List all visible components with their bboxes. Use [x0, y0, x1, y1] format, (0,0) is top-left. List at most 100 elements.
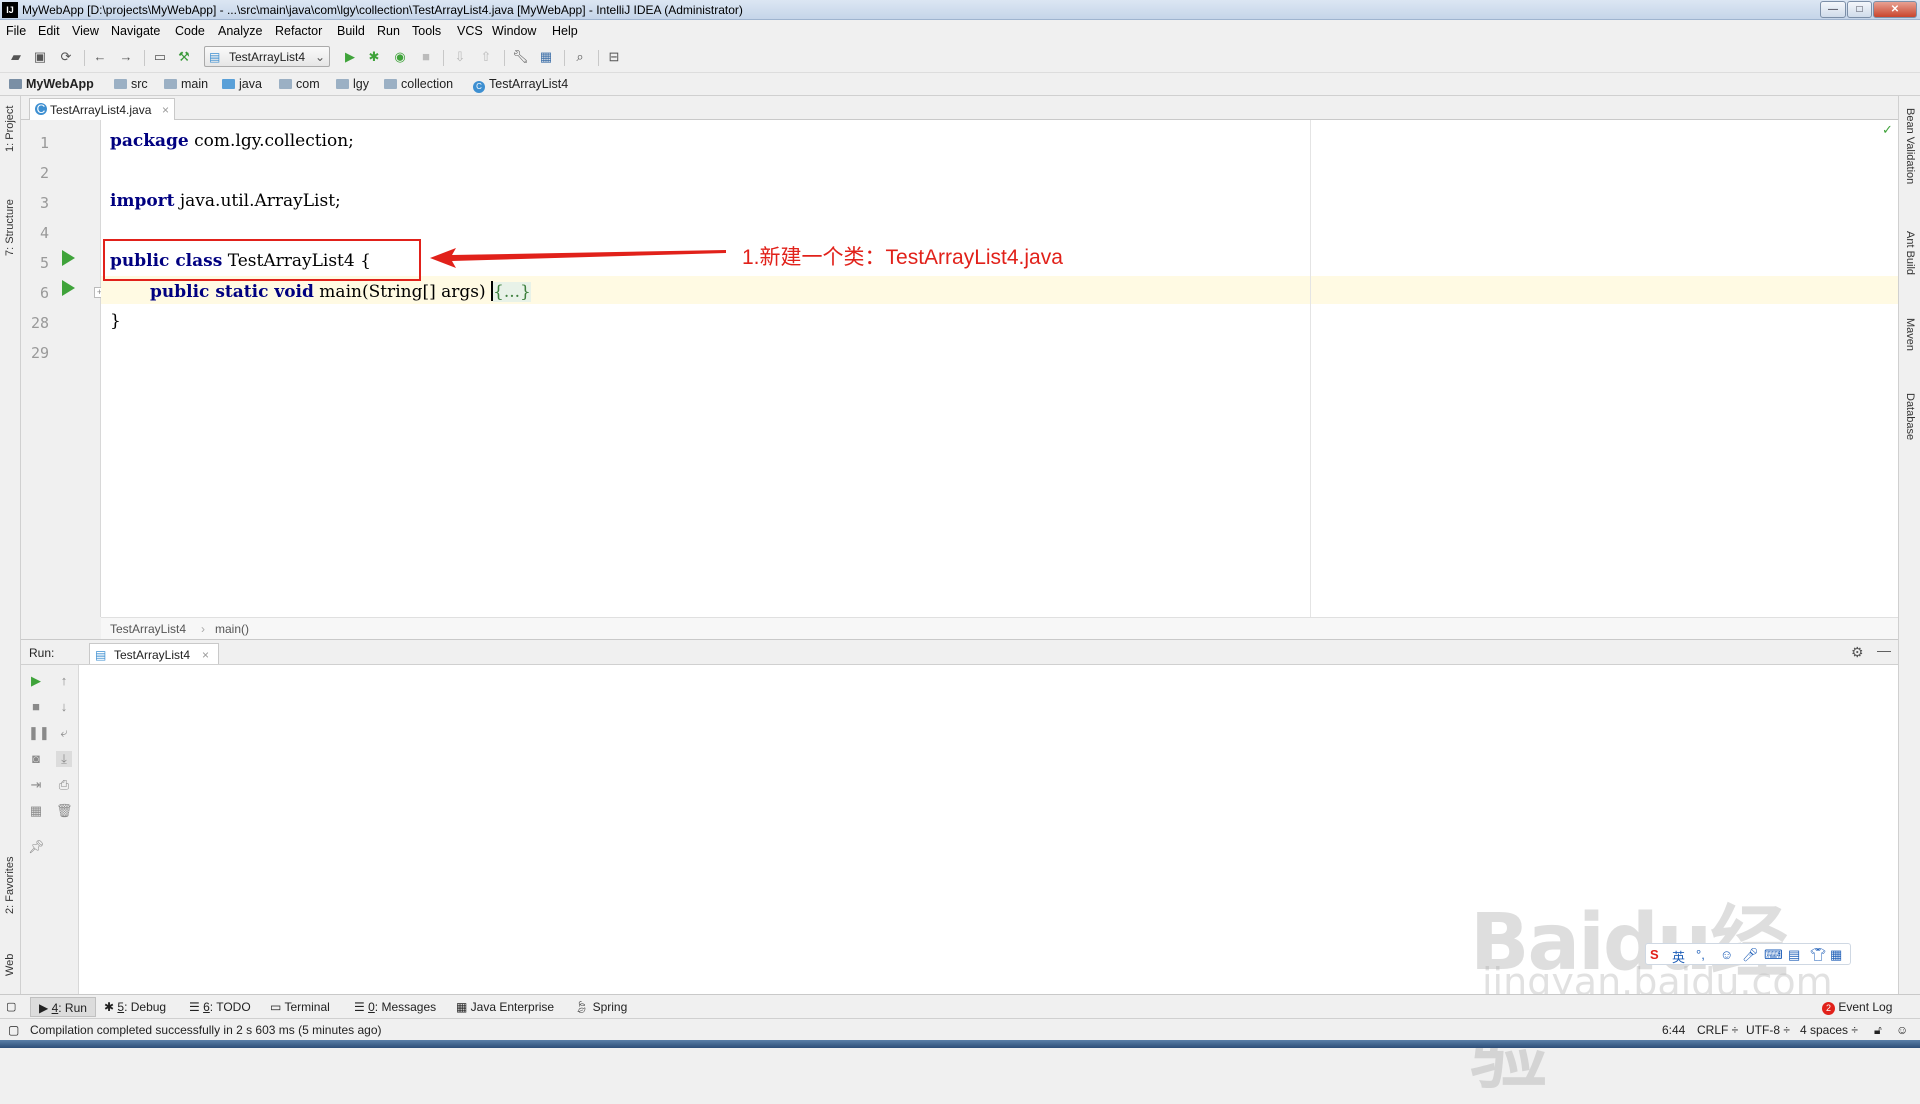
run-tab[interactable]: ▤ TestArrayList4 ×: [89, 643, 219, 664]
indent-setting[interactable]: 4 spaces ÷: [1800, 1023, 1858, 1037]
tool-tab-debug[interactable]: ✱ 5: Debug: [104, 1000, 166, 1014]
caret-position[interactable]: 6:44: [1662, 1023, 1685, 1037]
exit-icon[interactable]: ⇥: [28, 777, 44, 793]
open-icon[interactable]: ▰: [8, 49, 24, 65]
status-toggle-icon[interactable]: ▢: [8, 1023, 19, 1037]
tool-window-ant-build[interactable]: Ant Build: [1904, 231, 1916, 275]
menu-build[interactable]: Build: [337, 24, 365, 38]
run-main-gutter-icon[interactable]: [62, 280, 75, 296]
tool-window-database[interactable]: Database: [1904, 393, 1916, 440]
save-icon[interactable]: ▣: [32, 49, 48, 65]
microphone-icon[interactable]: 🎤︎: [1742, 947, 1759, 963]
menu-help[interactable]: Help: [552, 24, 578, 38]
menu-view[interactable]: View: [72, 24, 99, 38]
tool-window-project[interactable]: 1: Project: [4, 106, 16, 152]
tool-tab-java-enterprise[interactable]: ▦ Java Enterprise: [456, 1000, 554, 1014]
code-editor[interactable]: [101, 120, 1898, 617]
terminal-icon[interactable]: ⊟: [606, 49, 622, 65]
debug-icon[interactable]: ✱: [366, 49, 382, 65]
menu-grid-icon[interactable]: ▦: [1830, 947, 1842, 963]
tool-window-structure[interactable]: 7: Structure: [4, 199, 16, 256]
breadcrumb-src[interactable]: src: [114, 77, 148, 91]
forward-icon[interactable]: →: [118, 49, 134, 65]
sync-icon[interactable]: ⟳: [58, 49, 74, 65]
soft-wrap-icon[interactable]: ⤶: [56, 725, 72, 741]
tool-tab-terminal[interactable]: ▭ Terminal: [270, 1000, 330, 1014]
toolbox-icon[interactable]: ▤: [1788, 947, 1800, 963]
dump-threads-icon[interactable]: ◙: [28, 751, 44, 767]
menu-edit[interactable]: Edit: [38, 24, 60, 38]
vcs-update-icon[interactable]: ⇩: [452, 49, 468, 65]
emoji-icon[interactable]: ☺: [1720, 947, 1733, 962]
hector-icon[interactable]: ☺: [1896, 1023, 1908, 1037]
event-log-button[interactable]: 2 Event Log: [1822, 1000, 1892, 1015]
crumb-method[interactable]: main(): [215, 622, 249, 636]
arrow-up-icon[interactable]: ↑: [56, 673, 72, 689]
menu-tools[interactable]: Tools: [412, 24, 441, 38]
breadcrumb-lgy[interactable]: lgy: [336, 77, 369, 91]
breadcrumb-collection[interactable]: collection: [384, 77, 453, 91]
coverage-icon[interactable]: ◉: [392, 49, 408, 65]
menu-refactor[interactable]: Refactor: [275, 24, 322, 38]
maximize-button[interactable]: □: [1847, 1, 1872, 18]
menu-window[interactable]: Window: [492, 24, 536, 38]
keyboard-icon[interactable]: ⌨: [1764, 947, 1783, 963]
tool-window-bean-validation[interactable]: Bean Validation: [1904, 108, 1916, 184]
breadcrumb-main[interactable]: main: [164, 77, 208, 91]
scroll-to-end-icon[interactable]: ⤓: [56, 751, 72, 767]
menu-vcs[interactable]: VCS: [457, 24, 483, 38]
gear-icon[interactable]: ⚙: [1851, 644, 1864, 661]
close-button[interactable]: ✕: [1873, 1, 1917, 18]
arrow-down-icon[interactable]: ↓: [56, 699, 72, 715]
stop-icon[interactable]: ■: [418, 49, 434, 65]
crumb-class[interactable]: TestArrayList4: [110, 622, 186, 636]
rerun-icon[interactable]: ▶: [28, 673, 44, 689]
stop-icon[interactable]: ■: [28, 699, 44, 715]
breadcrumb-class[interactable]: C TestArrayList4: [473, 77, 568, 93]
folded-method-body[interactable]: {...}: [493, 282, 531, 302]
project-structure-icon[interactable]: ▭: [152, 49, 168, 65]
sdk-icon[interactable]: ▦: [538, 49, 554, 65]
breadcrumb-project[interactable]: MyWebApp: [9, 77, 94, 91]
tool-window-web[interactable]: Web: [4, 954, 16, 976]
tool-tab-messages[interactable]: ☰ 0: Messages: [354, 1000, 436, 1014]
skin-icon[interactable]: 👕︎: [1810, 947, 1827, 963]
vcs-commit-icon[interactable]: ⇧: [478, 49, 494, 65]
punctuation-icon[interactable]: °,: [1696, 947, 1705, 962]
file-encoding[interactable]: UTF-8 ÷: [1746, 1023, 1790, 1037]
tool-window-maven[interactable]: Maven: [1904, 318, 1916, 351]
pause-icon[interactable]: ❚❚: [28, 725, 50, 741]
print-icon[interactable]: ⎙: [56, 777, 72, 793]
settings-icon[interactable]: 🔧︎: [512, 49, 529, 65]
breadcrumb-com[interactable]: com: [279, 77, 320, 91]
back-icon[interactable]: ←: [92, 49, 108, 65]
close-tab-icon[interactable]: ×: [162, 103, 169, 117]
tool-tab-spring[interactable]: 🍃︎ Spring: [574, 1000, 627, 1014]
layout-icon[interactable]: ▦: [28, 803, 44, 819]
hide-panel-icon[interactable]: —: [1877, 642, 1891, 658]
trash-icon[interactable]: 🗑︎: [56, 803, 73, 819]
editor-tab[interactable]: C TestArrayList4.java ×: [29, 98, 175, 120]
close-tab-icon[interactable]: ×: [202, 648, 209, 662]
tool-tab-run[interactable]: ▶ 4: Run: [30, 997, 96, 1017]
menu-file[interactable]: File: [6, 24, 26, 38]
ime-language[interactable]: 英: [1672, 947, 1685, 966]
build-icon[interactable]: ⚒: [176, 49, 192, 65]
pin-icon[interactable]: 📌︎: [28, 839, 45, 855]
run-icon[interactable]: ▶: [342, 49, 358, 65]
lock-icon[interactable]: 🔓︎: [1874, 1023, 1882, 1038]
search-icon[interactable]: ⌕: [572, 49, 588, 65]
menu-run[interactable]: Run: [377, 24, 400, 38]
tool-tab-todo[interactable]: ☰ 6: TODO: [189, 1000, 251, 1014]
menu-code[interactable]: Code: [175, 24, 205, 38]
line-separator[interactable]: CRLF ÷: [1697, 1023, 1738, 1037]
toggle-tool-windows-icon[interactable]: ▢: [6, 1000, 16, 1013]
menu-analyze[interactable]: Analyze: [218, 24, 262, 38]
run-configuration-select[interactable]: ▤ TestArrayList4 ⌄: [204, 46, 330, 67]
sogou-icon[interactable]: S: [1650, 947, 1659, 962]
minimize-button[interactable]: —: [1820, 1, 1846, 18]
breadcrumb-java[interactable]: java: [222, 77, 262, 91]
run-class-gutter-icon[interactable]: [62, 250, 75, 266]
menu-navigate[interactable]: Navigate: [111, 24, 160, 38]
tool-window-favorites[interactable]: 2: Favorites: [4, 857, 16, 914]
